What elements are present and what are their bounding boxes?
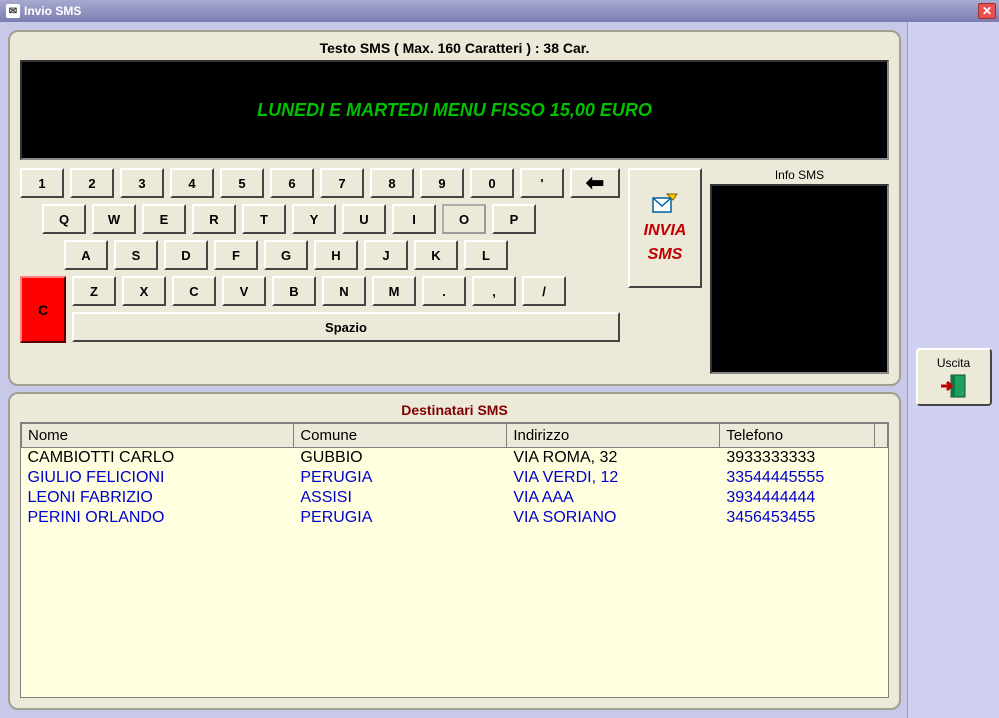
cell-comune: ASSISI <box>294 488 507 508</box>
key-v[interactable]: V <box>222 276 266 306</box>
info-sms-label: Info SMS <box>710 168 889 182</box>
key-/[interactable]: / <box>522 276 566 306</box>
cell-comune: GUBBIO <box>294 448 507 469</box>
key-k[interactable]: K <box>414 240 458 270</box>
key-clear[interactable]: C <box>20 276 66 343</box>
cell-indirizzo: VIA ROMA, 32 <box>507 448 720 469</box>
key-i[interactable]: I <box>392 204 436 234</box>
table-row[interactable]: CAMBIOTTI CARLOGUBBIOVIA ROMA, 323933333… <box>22 448 888 469</box>
cell-indirizzo: VIA SORIANO <box>507 508 720 528</box>
side-panel: Uscita <box>907 22 999 718</box>
table-row[interactable]: PERINI ORLANDOPERUGIAVIA SORIANO34564534… <box>22 508 888 528</box>
exit-icon <box>939 373 969 399</box>
recipients-grid[interactable]: NomeComuneIndirizzoTelefono CAMBIOTTI CA… <box>20 422 889 698</box>
cell-comune: PERUGIA <box>294 468 507 488</box>
key-g[interactable]: G <box>264 240 308 270</box>
cell-telefono: 3933333333 <box>720 448 875 469</box>
key-f[interactable]: F <box>214 240 258 270</box>
key-x[interactable]: X <box>122 276 166 306</box>
cell-nome: CAMBIOTTI CARLO <box>22 448 294 469</box>
key-5[interactable]: 5 <box>220 168 264 198</box>
window-title: Invio SMS <box>24 4 81 18</box>
key-y[interactable]: Y <box>292 204 336 234</box>
key-8[interactable]: 8 <box>370 168 414 198</box>
key-b[interactable]: B <box>272 276 316 306</box>
key-backspace[interactable]: ⬅ <box>570 168 620 198</box>
key-j[interactable]: J <box>364 240 408 270</box>
key-3[interactable]: 3 <box>120 168 164 198</box>
col-header[interactable]: Comune <box>294 424 507 448</box>
exit-label: Uscita <box>937 356 970 370</box>
col-header-spacer <box>875 424 888 448</box>
sms-text-display[interactable]: LUNEDI E MARTEDI MENU FISSO 15,00 EURO <box>20 60 889 160</box>
close-button[interactable]: ✕ <box>978 3 996 19</box>
key-c[interactable]: C <box>172 276 216 306</box>
key-n[interactable]: N <box>322 276 366 306</box>
key-space[interactable]: Spazio <box>72 312 620 342</box>
cell-nome: PERINI ORLANDO <box>22 508 294 528</box>
key-6[interactable]: 6 <box>270 168 314 198</box>
key-h[interactable]: H <box>314 240 358 270</box>
key-t[interactable]: T <box>242 204 286 234</box>
key-'[interactable]: ' <box>520 168 564 198</box>
sms-header: Testo SMS ( Max. 160 Caratteri ) : 38 Ca… <box>20 40 889 56</box>
send-label-2: SMS <box>648 246 683 264</box>
exit-button[interactable]: Uscita <box>916 348 992 406</box>
key-l[interactable]: L <box>464 240 508 270</box>
cell-indirizzo: VIA VERDI, 12 <box>507 468 720 488</box>
key-m[interactable]: M <box>372 276 416 306</box>
cell-indirizzo: VIA AAA <box>507 488 720 508</box>
backspace-icon: ⬅ <box>586 172 604 194</box>
cell-telefono: 3934444444 <box>720 488 875 508</box>
cell-telefono: 3456453455 <box>720 508 875 528</box>
key-u[interactable]: U <box>342 204 386 234</box>
key-2[interactable]: 2 <box>70 168 114 198</box>
col-header[interactable]: Telefono <box>720 424 875 448</box>
cell-comune: PERUGIA <box>294 508 507 528</box>
key-,[interactable]: , <box>472 276 516 306</box>
send-label-1: INVIA <box>644 222 687 240</box>
key-q[interactable]: Q <box>42 204 86 234</box>
key-o[interactable]: O <box>442 204 486 234</box>
titlebar: ✉ Invio SMS ✕ <box>0 0 999 22</box>
key-a[interactable]: A <box>64 240 108 270</box>
key-0[interactable]: 0 <box>470 168 514 198</box>
key-1[interactable]: 1 <box>20 168 64 198</box>
send-icon <box>651 192 679 216</box>
col-header[interactable]: Nome <box>22 424 294 448</box>
table-row[interactable]: LEONI FABRIZIOASSISIVIA AAA3934444444 <box>22 488 888 508</box>
app-icon: ✉ <box>6 4 20 18</box>
key-.[interactable]: . <box>422 276 466 306</box>
sms-text: LUNEDI E MARTEDI MENU FISSO 15,00 EURO <box>257 100 652 121</box>
send-sms-button[interactable]: INVIA SMS <box>628 168 702 288</box>
cell-telefono: 33544445555 <box>720 468 875 488</box>
recipients-title: Destinatari SMS <box>20 402 889 418</box>
key-p[interactable]: P <box>492 204 536 234</box>
key-w[interactable]: W <box>92 204 136 234</box>
key-e[interactable]: E <box>142 204 186 234</box>
table-row[interactable]: GIULIO FELICIONIPERUGIAVIA VERDI, 123354… <box>22 468 888 488</box>
key-r[interactable]: R <box>192 204 236 234</box>
key-d[interactable]: D <box>164 240 208 270</box>
key-4[interactable]: 4 <box>170 168 214 198</box>
cell-nome: GIULIO FELICIONI <box>22 468 294 488</box>
recipients-panel: Destinatari SMS NomeComuneIndirizzoTelef… <box>8 392 901 710</box>
key-z[interactable]: Z <box>72 276 116 306</box>
info-sms-box <box>710 184 889 374</box>
sms-panel: Testo SMS ( Max. 160 Caratteri ) : 38 Ca… <box>8 30 901 386</box>
key-7[interactable]: 7 <box>320 168 364 198</box>
key-9[interactable]: 9 <box>420 168 464 198</box>
key-s[interactable]: S <box>114 240 158 270</box>
col-header[interactable]: Indirizzo <box>507 424 720 448</box>
cell-nome: LEONI FABRIZIO <box>22 488 294 508</box>
